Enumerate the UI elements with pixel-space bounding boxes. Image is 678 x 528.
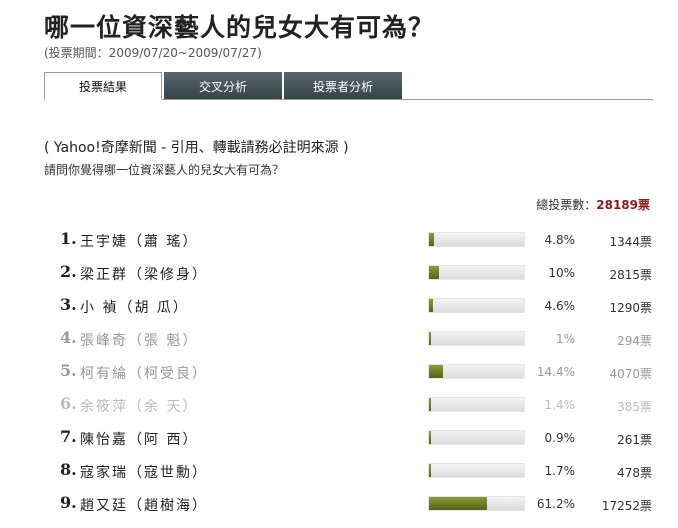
result-row: 2. 梁正群（梁修身） 10% 2815票 <box>0 259 678 287</box>
tab-results[interactable]: 投票結果 <box>44 72 162 100</box>
total-votes: 總投票數：28189票 <box>536 196 650 213</box>
result-percent: 1% <box>555 332 575 346</box>
result-percent: 10% <box>548 266 575 280</box>
result-percent: 4.6% <box>544 299 576 313</box>
result-bar <box>428 331 525 346</box>
result-row: 4. 張峰奇（張 魁） 1% 294票 <box>0 325 678 353</box>
result-rank: 5. <box>60 361 77 380</box>
result-row: 3. 小 禎（胡 瓜） 4.6% 1290票 <box>0 292 678 320</box>
result-rank: 4. <box>60 328 77 347</box>
result-rank: 7. <box>60 427 77 446</box>
result-votes: 2815票 <box>609 268 652 282</box>
result-rank: 1. <box>60 229 77 248</box>
result-rank: 9. <box>60 493 77 512</box>
result-bar <box>428 232 525 247</box>
total-votes-label: 總投票數： <box>536 198 597 212</box>
result-name: 陳怡嘉（阿 西） <box>80 432 199 448</box>
result-name: 寇家瑞（寇世勳） <box>80 465 208 481</box>
result-bar-fill <box>429 398 431 411</box>
result-percent: 4.8% <box>544 233 576 247</box>
result-votes: 294票 <box>617 334 652 348</box>
tab-cross-analysis[interactable]: 交叉分析 <box>164 72 282 100</box>
poll-question: 請問你覺得哪一位資深藝人的兒女大有可為？ <box>44 163 285 177</box>
result-bar-fill <box>429 299 434 312</box>
tab-bar: 投票結果 交叉分析 投票者分析 <box>44 72 404 100</box>
result-bar-fill <box>429 365 443 378</box>
result-percent: 14.4% <box>536 365 575 379</box>
result-row: 8. 寇家瑞（寇世勳） 1.7% 478票 <box>0 457 678 485</box>
result-bar-fill <box>429 266 439 279</box>
result-row: 1. 王宇婕（蕭 瑤） 4.8% 1344票 <box>0 226 678 254</box>
result-rank: 6. <box>60 394 77 413</box>
tab-voter-analysis[interactable]: 投票者分析 <box>284 72 402 100</box>
result-votes: 261票 <box>617 433 652 447</box>
result-row: 6. 余筱萍（余 天） 1.4% 385票 <box>0 391 678 419</box>
result-percent: 1.4% <box>544 398 576 412</box>
result-percent: 0.9% <box>544 431 576 445</box>
result-votes: 1344票 <box>609 235 652 249</box>
source-note: ( Yahoo!奇摩新聞 - 引用、轉載請務必註明來源 ) <box>44 140 349 156</box>
result-rank: 3. <box>60 295 77 314</box>
result-row: 5. 柯有綸（柯受良） 14.4% 4070票 <box>0 358 678 386</box>
result-bar <box>428 265 525 280</box>
poll-period: (投票期間：2009/07/20~2009/07/27) <box>44 46 262 60</box>
result-row: 9. 趙又廷（趙樹海） 61.2% 17252票 <box>0 490 678 518</box>
poll-title: 哪一位資深藝人的兒女大有可為？ <box>44 13 435 42</box>
total-votes-value: 28189票 <box>596 198 650 212</box>
result-name: 柯有綸（柯受良） <box>80 366 208 382</box>
result-votes: 478票 <box>617 466 652 480</box>
result-bar <box>428 430 525 445</box>
result-bar <box>428 397 525 412</box>
result-bar-fill <box>429 464 431 477</box>
result-name: 梁正群（梁修身） <box>80 267 208 283</box>
result-row: 7. 陳怡嘉（阿 西） 0.9% 261票 <box>0 424 678 452</box>
result-votes: 1290票 <box>609 301 652 315</box>
result-name: 小 禎（胡 瓜） <box>80 300 189 316</box>
result-bar <box>428 496 525 511</box>
result-name: 張峰奇（張 魁） <box>80 333 199 349</box>
result-bar-fill <box>429 332 431 345</box>
result-name: 王宇婕（蕭 瑤） <box>80 234 199 250</box>
result-bar-fill <box>429 431 431 444</box>
result-name: 趙又廷（趙樹海） <box>80 498 208 514</box>
result-name: 余筱萍（余 天） <box>80 399 199 415</box>
result-bar-fill <box>429 497 488 510</box>
result-percent: 1.7% <box>544 464 576 478</box>
result-bar-fill <box>429 233 434 246</box>
result-rank: 8. <box>60 460 77 479</box>
result-percent: 61.2% <box>536 497 575 511</box>
result-votes: 17252票 <box>601 499 652 513</box>
result-bar <box>428 463 525 478</box>
result-rank: 2. <box>60 262 77 281</box>
result-bar <box>428 298 525 313</box>
result-votes: 4070票 <box>609 367 652 381</box>
result-votes: 385票 <box>617 400 652 414</box>
result-bar <box>428 364 525 379</box>
